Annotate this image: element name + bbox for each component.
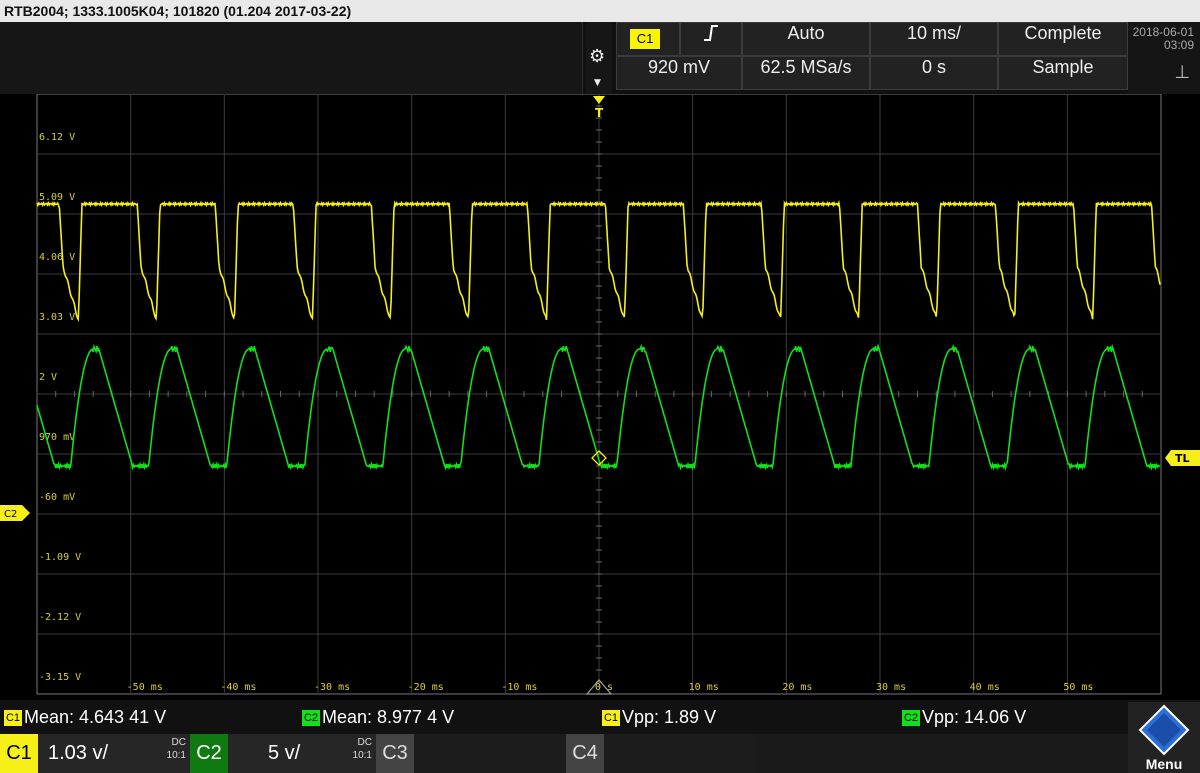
c1-coupling: DC 10:1	[167, 736, 186, 762]
title-text: RTB2004; 1333.1005K04; 101820 (01.204 20…	[4, 3, 352, 19]
trigger-marker-label: T	[595, 106, 604, 120]
measurement-c1-mean[interactable]: C1 Mean: 4.643 41 V	[4, 704, 166, 730]
chevron-down-icon: ▼	[594, 78, 601, 88]
x-tick-label: 10 ms	[689, 682, 719, 693]
c1-probe-text: 10:1	[166, 750, 186, 761]
measurement-text: Vpp: 14.06 V	[922, 707, 1027, 727]
c4-label: C4	[566, 734, 604, 773]
x-tick-label: 0 s	[595, 682, 613, 693]
c2-tag: C2	[902, 710, 920, 726]
x-tick-label: 50 ms	[1063, 682, 1093, 693]
scope-plot: 6.12 V5.09 V4.06 V3.03 V2 V970 mV-60 mV-…	[0, 93, 1200, 695]
clock: 2018-06-01 03:09 ⊥	[1128, 22, 1200, 94]
y-tick-label: 5.09 V	[39, 192, 75, 203]
x-tick-label: 40 ms	[970, 682, 1000, 693]
measurement-text: Mean: 4.643 41 V	[24, 707, 167, 727]
toolbar-spacer	[0, 22, 583, 94]
y-tick-label: -3.15 V	[39, 672, 81, 683]
c1-coupling-text: DC	[171, 737, 186, 748]
c3-label: C3	[376, 734, 414, 773]
channel-c4[interactable]: C4	[566, 734, 756, 773]
channel-bar: C1 1.03 v/ DC 10:1 C2 5 v/ DC 10:1 C3 C4	[0, 734, 1200, 773]
c1-tag: C1	[602, 710, 620, 726]
x-tick-label: -30 ms	[314, 682, 350, 693]
time-offset-button[interactable]: 0 s	[870, 56, 998, 90]
x-tick-label: -20 ms	[408, 682, 444, 693]
sample-rate-display[interactable]: 62.5 MSa/s	[742, 56, 870, 90]
measurement-c1-vpp[interactable]: C1 Vpp: 1.89 V	[602, 704, 716, 730]
c2-scale: 5 v/	[268, 742, 301, 764]
c1-label: C1	[0, 734, 38, 773]
y-tick-label: 6.12 V	[39, 132, 75, 143]
menu-label: Menu	[1145, 756, 1183, 772]
channel-c1[interactable]: C1 1.03 v/ DC 10:1	[0, 734, 190, 773]
c2-ground-label: C2	[4, 509, 17, 520]
title-bar: RTB2004; 1333.1005K04; 101820 (01.204 20…	[0, 0, 1200, 22]
y-tick-label: 4.06 V	[39, 252, 75, 263]
x-tick-label: -50 ms	[127, 682, 163, 693]
c1-scale: 1.03 v/	[48, 742, 109, 764]
y-tick-label: -2.12 V	[39, 612, 81, 623]
channel-c3[interactable]: C3	[376, 734, 566, 773]
trigger-level-button[interactable]: 920 mV	[616, 56, 742, 90]
x-tick-label: -40 ms	[220, 682, 256, 693]
c2-probe-text: 10:1	[352, 750, 372, 761]
y-tick-label: -1.09 V	[39, 552, 81, 563]
x-tick-label: -10 ms	[501, 682, 537, 693]
y-tick-label: 3.03 V	[39, 312, 75, 323]
c2-coupling: DC 10:1	[353, 736, 372, 762]
measurement-c2-mean[interactable]: C2 Mean: 8.977 4 V	[302, 704, 454, 730]
measurement-bar: C1 Mean: 4.643 41 V C2 Mean: 8.977 4 V C1 V…	[0, 700, 1200, 734]
settings-button[interactable]: ⚙ ▼	[586, 22, 612, 94]
x-tick-label: 30 ms	[876, 682, 906, 693]
trigger-level-label: TL	[1175, 452, 1190, 465]
rising-edge-icon	[704, 25, 718, 41]
trigger-mode-button[interactable]: Auto	[742, 22, 870, 56]
rs-logo-icon	[1138, 704, 1190, 756]
channel-c2[interactable]: C2 5 v/ DC 10:1	[190, 734, 376, 773]
measurement-text: Mean: 8.977 4 V	[322, 707, 455, 727]
waveform-display[interactable]: 6.12 V 5.09 V 4.06 V 3.03 V2 V 970 mV -60 mV -…	[0, 93, 1200, 700]
y-tick-label: 2 V	[39, 372, 57, 383]
measurement-c2-vpp[interactable]: C2 Vpp: 14.06 V	[902, 704, 1026, 730]
trigger-source-badge: C1	[630, 29, 660, 49]
timebase-button[interactable]: 10 ms/	[870, 22, 998, 56]
acquisition-mode-button[interactable]: Sample	[998, 56, 1128, 90]
measurement-text: Vpp: 1.89 V	[622, 707, 717, 727]
time-text: 03:09	[1163, 38, 1194, 52]
c2-coupling-text: DC	[357, 737, 372, 748]
c1-tag: C1	[4, 710, 22, 726]
gear-icon: ⚙	[589, 46, 606, 67]
y-tick-label: -60 mV	[39, 492, 75, 503]
network-icon: ⊥	[1174, 62, 1190, 82]
trigger-position-marker	[593, 96, 605, 104]
c2-label: C2	[190, 734, 228, 773]
menu-button[interactable]: Menu	[1128, 702, 1200, 773]
acquisition-state[interactable]: Complete	[998, 22, 1128, 56]
trigger-edge-button[interactable]	[680, 22, 742, 56]
c2-tag: C2	[302, 710, 320, 726]
x-tick-label: 20 ms	[782, 682, 812, 693]
